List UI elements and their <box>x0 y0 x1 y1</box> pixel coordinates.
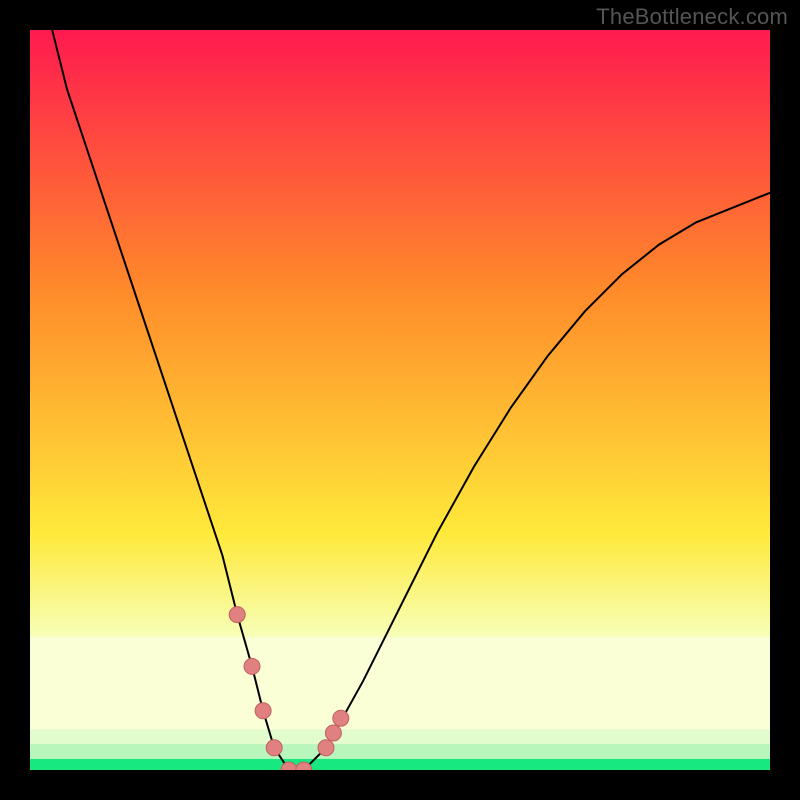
watermark-text: TheBottleneck.com <box>596 4 788 30</box>
chart-frame: TheBottleneck.com <box>0 0 800 800</box>
plot-area <box>30 30 770 770</box>
chart-svg <box>30 30 770 770</box>
